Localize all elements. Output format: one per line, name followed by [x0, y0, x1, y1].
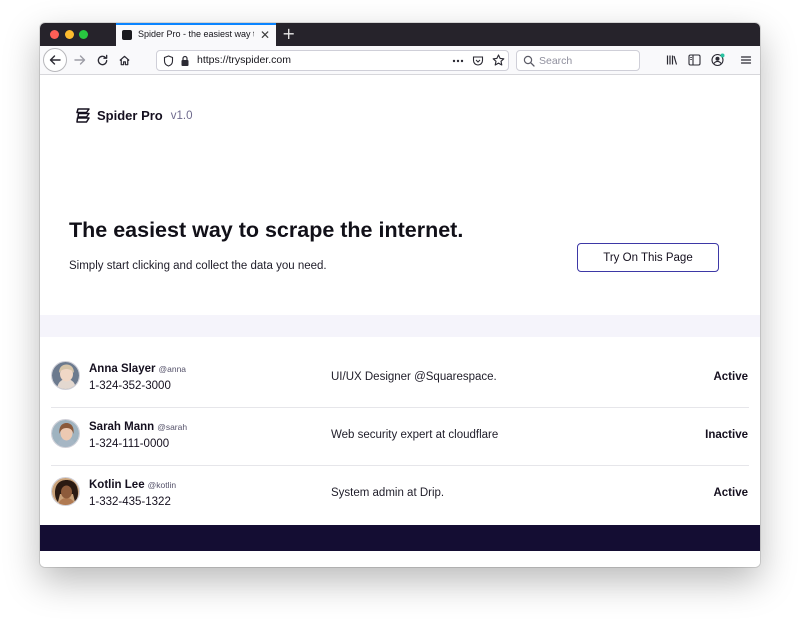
- user-role: System admin at Drip.: [331, 487, 445, 499]
- avatar: [51, 419, 80, 448]
- tab-strip: Spider Pro - the easiest way to ✕ +: [40, 23, 760, 46]
- search-bar[interactable]: Search: [516, 50, 640, 71]
- user-role: UI/UX Designer @Squarespace.: [331, 371, 497, 383]
- hero-subline: Simply start clicking and collect the da…: [69, 260, 327, 272]
- user-handle: @kotlin: [147, 480, 177, 490]
- status-badge: Active: [713, 487, 748, 499]
- back-button[interactable]: [43, 48, 67, 72]
- spider-logo-icon: [76, 108, 90, 123]
- menu-icon[interactable]: [740, 54, 752, 66]
- nav-toolbar: https://tryspider.com Search: [40, 46, 760, 75]
- section-divider-band: [40, 315, 760, 337]
- bookmark-star-icon[interactable]: [492, 54, 505, 67]
- user-handle: @anna: [158, 364, 187, 374]
- user-name: Kotlin Lee @kotlin: [89, 479, 176, 491]
- account-icon[interactable]: [711, 53, 725, 67]
- user-row: Kotlin Lee @kotlin 1-332-435-1322 System …: [40, 466, 760, 524]
- tab-title: Spider Pro - the easiest way to: [138, 29, 254, 39]
- tracking-shield-icon[interactable]: [163, 55, 174, 67]
- search-icon: [523, 55, 535, 67]
- user-phone: 1-332-435-1322: [89, 496, 171, 508]
- url-text[interactable]: https://tryspider.com: [197, 54, 291, 66]
- user-row: Sarah Mann @sarah 1-324-111-0000 Web secu…: [40, 408, 760, 466]
- brand-version: v1.0: [170, 109, 193, 122]
- address-bar[interactable]: https://tryspider.com: [156, 50, 509, 71]
- page-footer: [40, 525, 760, 551]
- search-placeholder: Search: [539, 55, 573, 67]
- user-phone: 1-324-352-3000: [89, 380, 171, 392]
- new-tab-button[interactable]: +: [282, 24, 295, 44]
- user-name: Anna Slayer @anna: [89, 363, 186, 375]
- maximize-window-button[interactable]: [79, 30, 88, 39]
- user-name: Sarah Mann @sarah: [89, 421, 187, 433]
- reload-button[interactable]: [92, 46, 112, 74]
- user-name-text: Anna Slayer: [89, 363, 156, 375]
- browser-tab[interactable]: Spider Pro - the easiest way to ✕: [116, 23, 276, 46]
- hero-headline: The easiest way to scrape the internet.: [69, 218, 464, 242]
- user-handle: @sarah: [157, 422, 188, 432]
- home-icon: [118, 55, 130, 65]
- avatar: [51, 477, 80, 506]
- reload-icon: [97, 54, 107, 65]
- lock-icon[interactable]: [180, 55, 190, 67]
- home-button[interactable]: [114, 46, 134, 74]
- site-favicon-icon: [122, 30, 132, 40]
- brand-logo[interactable]: Spider Pro v1.0: [75, 107, 193, 124]
- brand-name: Spider Pro: [97, 108, 163, 123]
- minimize-window-button[interactable]: [65, 30, 74, 39]
- user-phone: 1-324-111-0000: [89, 438, 170, 450]
- try-on-this-page-button[interactable]: Try On This Page: [577, 243, 719, 272]
- browser-window: Spider Pro - the easiest way to ✕ + http…: [40, 23, 760, 567]
- status-badge: Active: [713, 371, 748, 383]
- library-icon[interactable]: [666, 54, 678, 66]
- tab-close-icon[interactable]: ✕: [260, 28, 270, 42]
- close-window-button[interactable]: [50, 30, 59, 39]
- user-row: Anna Slayer @anna 1-324-352-3000 UI/UX De…: [40, 350, 760, 408]
- arrow-right-icon: [74, 55, 86, 65]
- page-content: Spider Pro v1.0 The easiest way to scrap…: [40, 75, 760, 567]
- forward-button[interactable]: [70, 46, 90, 74]
- user-name-text: Sarah Mann: [89, 421, 155, 433]
- more-actions-icon[interactable]: [452, 59, 464, 63]
- pocket-icon[interactable]: [472, 55, 484, 67]
- user-name-text: Kotlin Lee: [89, 479, 145, 491]
- sidebar-icon[interactable]: [688, 54, 701, 66]
- arrow-left-icon: [49, 55, 61, 65]
- status-badge: Inactive: [705, 429, 748, 441]
- user-role: Web security expert at cloudflare: [331, 429, 499, 441]
- avatar: [51, 361, 80, 390]
